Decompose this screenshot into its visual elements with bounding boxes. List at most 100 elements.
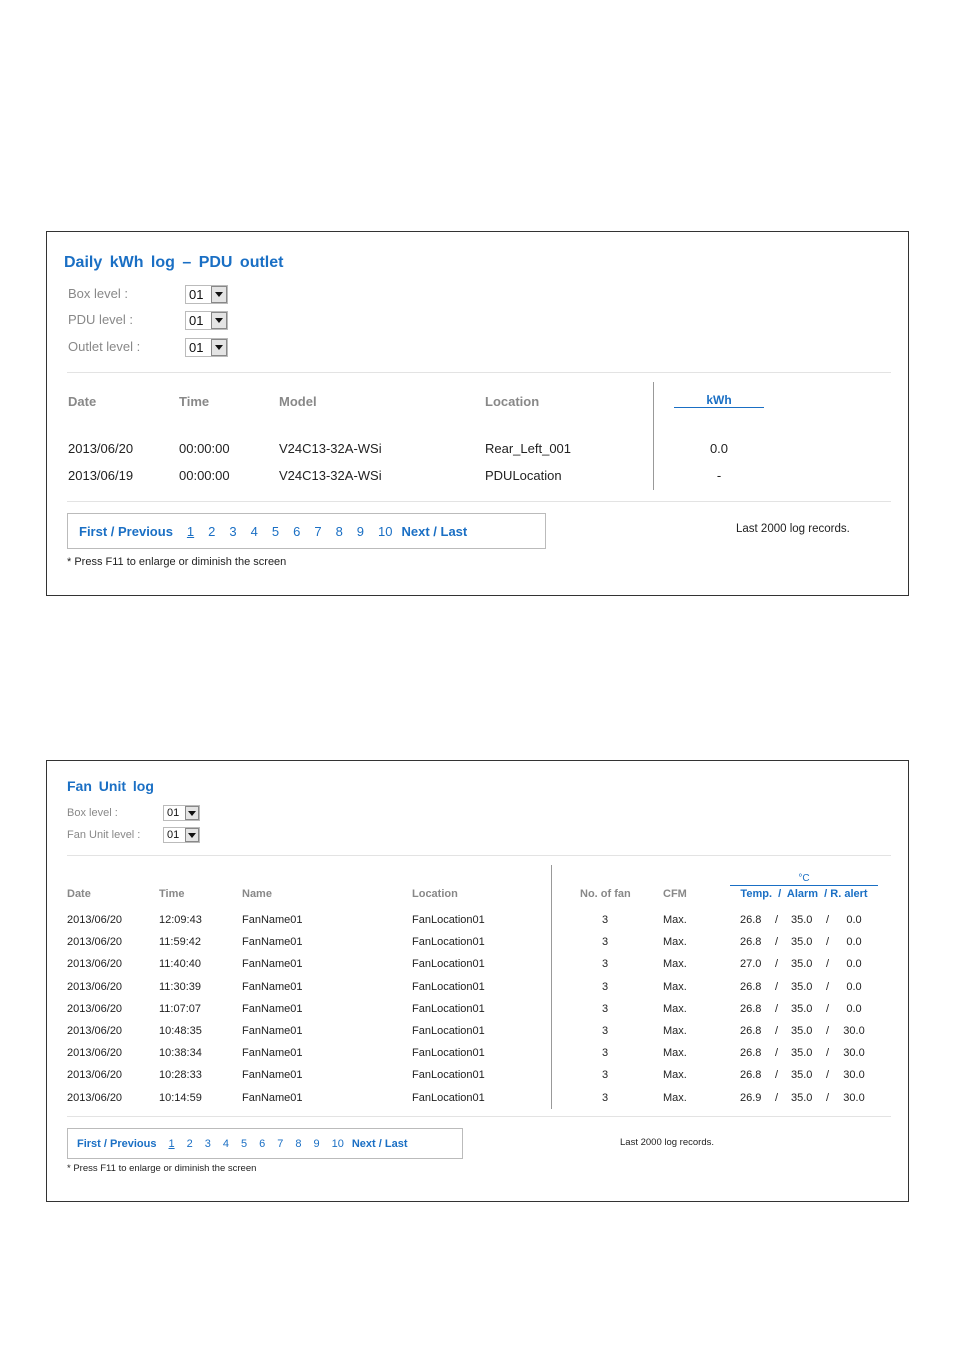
separator: / <box>826 1069 830 1082</box>
cell-ralert: 0.0 <box>846 1002 862 1015</box>
separator: / <box>826 1091 830 1104</box>
cell-ralert: 30.0 <box>843 1025 865 1037</box>
page-link-2[interactable]: 2 <box>187 1138 193 1150</box>
first-previous-link[interactable]: First / Previous <box>77 1138 156 1150</box>
page-link-7[interactable]: 7 <box>277 1138 283 1150</box>
divider <box>67 1116 891 1117</box>
cell-time: 10:14:59 <box>159 1091 202 1104</box>
page-link-9[interactable]: 9 <box>357 524 364 539</box>
cell-model: V24C13-32A-WSi <box>279 468 382 483</box>
chevron-down-icon[interactable] <box>211 286 227 303</box>
box-level-value: 01 <box>189 287 204 302</box>
cell-temp: 26.9 <box>740 1091 762 1104</box>
page-link-5[interactable]: 5 <box>241 1138 247 1150</box>
page-link-10[interactable]: 10 <box>378 524 392 539</box>
box-level-select[interactable]: 01 <box>163 805 200 821</box>
page-link-7[interactable]: 7 <box>314 524 321 539</box>
cell-time: 11:40:40 <box>159 958 202 971</box>
cell-date: 2013/06/20 <box>67 1069 123 1082</box>
outlet-level-select[interactable]: 01 <box>185 338 228 357</box>
fan-unit-level-select[interactable]: 01 <box>163 827 200 843</box>
chevron-down-icon[interactable] <box>185 806 199 820</box>
cell-name: FanName01 <box>242 1025 303 1037</box>
page-link-10[interactable]: 10 <box>332 1138 344 1150</box>
page-link-8[interactable]: 8 <box>295 1138 301 1150</box>
cell-cfm: Max. <box>663 1069 687 1082</box>
cell-no-of-fan: 3 <box>601 1091 609 1104</box>
cell-date: 2013/06/20 <box>67 1025 123 1037</box>
cell-date: 2013/06/20 <box>67 1002 123 1015</box>
page-link-4[interactable]: 4 <box>251 524 258 539</box>
page-link-3[interactable]: 3 <box>229 524 236 539</box>
cell-cfm: Max. <box>663 1002 687 1015</box>
cell-location: FanLocation01 <box>412 1002 485 1015</box>
cell-location: FanLocation01 <box>412 1069 485 1082</box>
pagination: First / Previous 1 2 3 4 5 6 7 8 9 10 Ne… <box>67 1128 463 1159</box>
cell-alarm: 35.0 <box>791 958 813 971</box>
f11-note: * Press F11 to enlarge or diminish the s… <box>67 1163 257 1174</box>
fan-log-panel: Fan Unit log Box level : 01 Fan Unit lev… <box>46 760 909 1202</box>
page-link-1[interactable]: 1 <box>168 1138 174 1150</box>
cell-location: Rear_Left_001 <box>485 441 572 456</box>
cell-no-of-fan: 3 <box>601 1002 609 1015</box>
col-location: Location <box>485 394 540 409</box>
cell-cfm: Max. <box>663 1047 687 1060</box>
cell-date: 2013/06/19 <box>68 468 134 483</box>
page-link-1[interactable]: 1 <box>187 524 194 539</box>
col-time: Time <box>159 888 185 900</box>
page-link-8[interactable]: 8 <box>336 524 343 539</box>
cell-no-of-fan: 3 <box>601 936 609 949</box>
box-level-select[interactable]: 01 <box>185 285 228 304</box>
pdu-level-select[interactable]: 01 <box>185 311 228 330</box>
separator: / <box>775 1091 779 1104</box>
first-previous-link[interactable]: First / Previous <box>79 524 173 539</box>
cell-time: 10:28:33 <box>159 1069 202 1082</box>
cell-time: 11:07:07 <box>159 1002 202 1015</box>
pdu-level-label: PDU level : <box>68 312 134 327</box>
cell-temp: 26.8 <box>740 980 762 993</box>
cell-location: FanLocation01 <box>412 958 485 971</box>
page-link-9[interactable]: 9 <box>313 1138 319 1150</box>
divider <box>67 372 891 373</box>
cell-no-of-fan: 3 <box>601 1069 609 1082</box>
col-name: Name <box>242 888 272 900</box>
cell-date: 2013/06/20 <box>67 936 123 949</box>
page-link-3[interactable]: 3 <box>205 1138 211 1150</box>
cell-cfm: Max. <box>663 1091 687 1104</box>
cell-name: FanName01 <box>242 958 303 971</box>
cell-no-of-fan: 3 <box>601 1025 609 1037</box>
cell-alarm: 35.0 <box>791 936 813 949</box>
separator: / <box>826 980 830 993</box>
cell-location: FanLocation01 <box>412 914 485 926</box>
cell-location: FanLocation01 <box>412 1047 485 1060</box>
page-link-5[interactable]: 5 <box>272 524 279 539</box>
cell-alarm: 35.0 <box>791 1025 813 1037</box>
cell-ralert: 0.0 <box>846 914 862 926</box>
divider <box>67 855 891 856</box>
separator: / <box>826 1025 830 1037</box>
cell-temp: 27.0 <box>740 958 762 971</box>
cell-date: 2013/06/20 <box>67 980 123 993</box>
chevron-down-icon[interactable] <box>185 828 199 842</box>
col-cfm: CFM <box>663 888 687 900</box>
cell-name: FanName01 <box>242 1069 303 1082</box>
cell-model: V24C13-32A-WSi <box>279 441 382 456</box>
next-last-link[interactable]: Next / Last <box>352 1138 408 1150</box>
column-divider <box>551 865 552 1109</box>
outlet-level-value: 01 <box>189 340 204 355</box>
cell-temp: 26.8 <box>740 936 762 949</box>
page-link-6[interactable]: 6 <box>293 524 300 539</box>
cell-date: 2013/06/20 <box>67 958 123 971</box>
chevron-down-icon[interactable] <box>211 339 227 356</box>
kwh-log-panel: Daily kWh log – PDU outlet Box level : 0… <box>46 231 909 596</box>
cell-location: FanLocation01 <box>412 936 485 949</box>
chevron-down-icon[interactable] <box>211 312 227 329</box>
separator: / <box>775 936 779 949</box>
cell-ralert: 30.0 <box>843 1047 865 1060</box>
next-last-link[interactable]: Next / Last <box>402 524 468 539</box>
separator: / <box>775 1047 779 1060</box>
page-link-4[interactable]: 4 <box>223 1138 229 1150</box>
page-link-6[interactable]: 6 <box>259 1138 265 1150</box>
cell-alarm: 35.0 <box>791 1047 813 1060</box>
page-link-2[interactable]: 2 <box>208 524 215 539</box>
